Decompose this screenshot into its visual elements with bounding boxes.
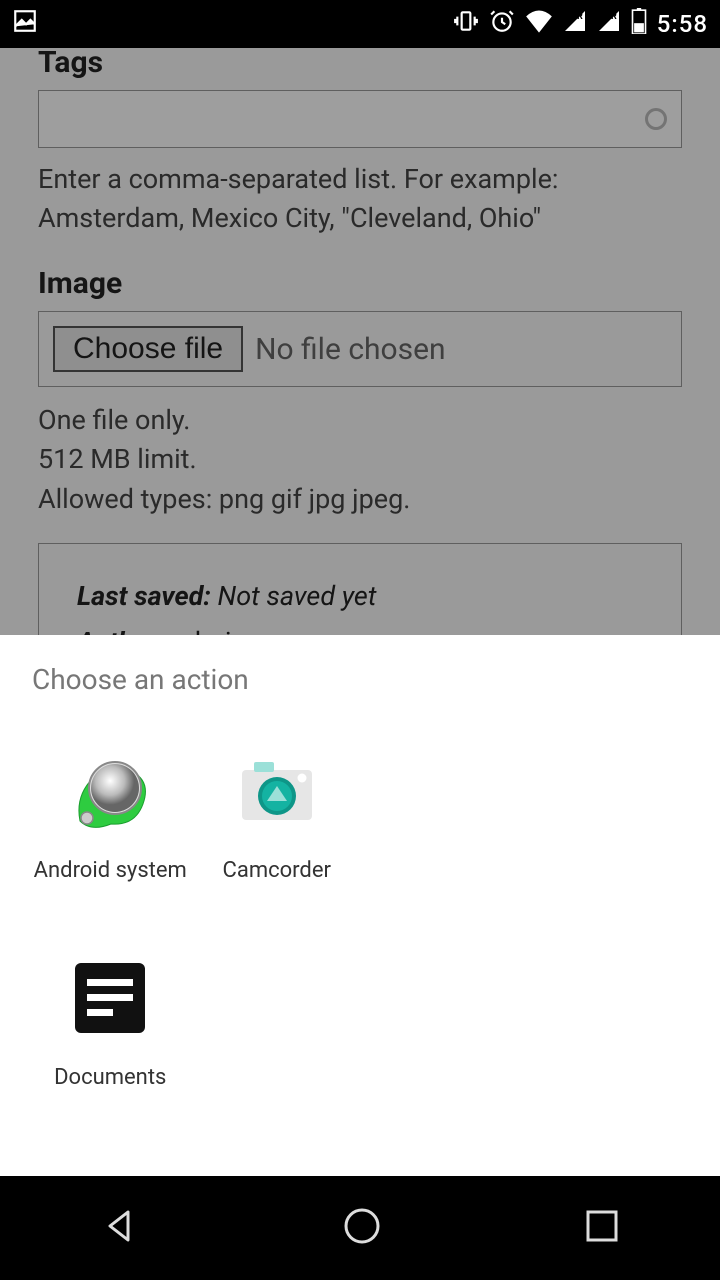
home-button[interactable]: [341, 1205, 383, 1251]
signal-icon-2: R: [597, 9, 621, 39]
svg-text:R: R: [611, 12, 618, 22]
recent-apps-button[interactable]: [584, 1208, 620, 1248]
action-documents[interactable]: Documents: [32, 943, 189, 1130]
action-sheet: Choose an action Android system: [0, 635, 720, 1176]
wifi-icon: [525, 9, 553, 39]
modal-dimmer[interactable]: [0, 48, 720, 635]
gallery-icon: [12, 8, 38, 40]
back-button[interactable]: [100, 1206, 140, 1250]
navigation-bar: [0, 1176, 720, 1280]
action-label: Documents: [54, 1065, 166, 1090]
action-android-system[interactable]: Android system: [32, 736, 189, 923]
action-label: Camcorder: [223, 858, 331, 883]
action-label: Android system: [34, 858, 187, 883]
documents-icon: [65, 953, 155, 1043]
clock-text: 5:58: [657, 10, 708, 38]
camcorder-icon: [232, 746, 322, 836]
android-system-icon: [65, 746, 155, 836]
signal-icon-1: R: [563, 9, 587, 39]
action-camcorder[interactable]: Camcorder: [199, 736, 356, 923]
vibrate-icon: [453, 8, 479, 40]
battery-icon: [631, 8, 647, 40]
alarm-icon: [489, 8, 515, 40]
status-bar: R R 5:58: [0, 0, 720, 48]
svg-text:R: R: [577, 12, 584, 22]
sheet-title: Choose an action: [32, 663, 688, 696]
